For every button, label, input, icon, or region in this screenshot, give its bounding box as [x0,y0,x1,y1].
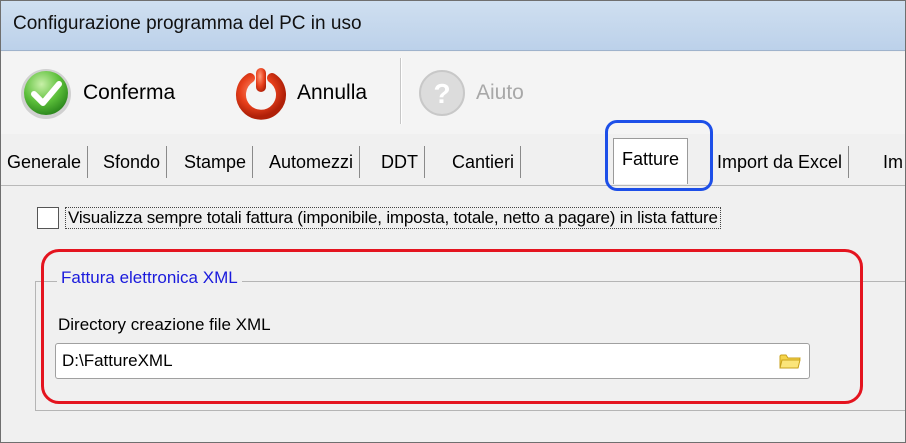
show-totals-option[interactable]: Visualizza sempre totali fattura (imponi… [37,207,721,229]
confirm-label: Conferma [83,81,176,104]
config-window: Configurazione programma del PC in uso C… [0,0,906,443]
cancel-label: Annulla [297,81,368,104]
xml-directory-label: Directory creazione file XML [58,315,271,334]
svg-text:?: ? [433,78,450,109]
fatture-panel: Visualizza sempre totali fattura (imponi… [1,187,905,442]
title-bar: Configurazione programma del PC in uso [1,1,905,51]
help-label: Aiuto [476,81,524,104]
xml-directory-value[interactable]: D:\FattureXML [62,351,173,371]
show-totals-checkbox[interactable] [37,207,59,229]
xml-group-title: Fattura elettronica XML [57,268,242,288]
tab-stampe[interactable]: Stampe [178,146,254,178]
tab-ddt[interactable]: DDT [375,146,425,178]
cancel-button[interactable]: Annulla [231,65,367,121]
check-circle-icon [21,69,71,119]
toolbar: Conferma Annulla ? Aiuto [1,52,905,134]
power-icon [236,68,286,120]
confirm-button[interactable]: Conferma [15,65,175,121]
tab-cantieri[interactable]: Cantieri [434,146,522,178]
xml-directory-input[interactable]: D:\FattureXML [55,343,810,379]
toolbar-separator [400,58,402,124]
tab-bar: Generale Sfondo Stampe Automezzi DDT Can… [1,136,905,186]
show-totals-label[interactable]: Visualizza sempre totali fattura (imponi… [65,207,721,229]
window-title: Configurazione programma del PC in uso [13,13,362,34]
question-circle-icon: ? [419,70,465,116]
tab-import-excel[interactable]: Import da Excel [711,146,850,178]
tab-fatture[interactable]: Fatture [613,138,689,184]
help-button[interactable]: ? Aiuto [414,65,524,121]
tab-sfondo[interactable]: Sfondo [97,146,168,178]
tab-import-more[interactable]: Im [877,146,905,178]
tab-automezzi[interactable]: Automezzi [263,146,361,178]
folder-icon[interactable] [779,352,801,370]
tab-generale[interactable]: Generale [1,146,89,178]
